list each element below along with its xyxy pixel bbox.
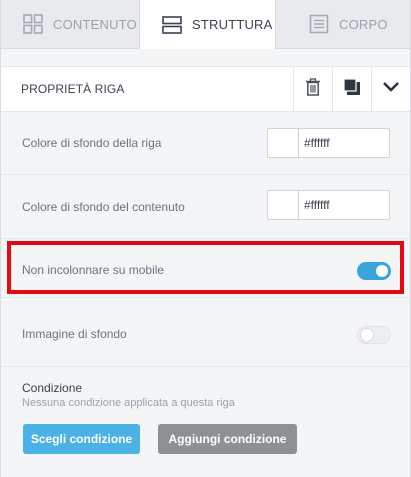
content-background-color-input[interactable]: #ffffff xyxy=(267,190,390,220)
color-hex-value[interactable]: #ffffff xyxy=(304,129,330,157)
delete-row-button[interactable] xyxy=(293,67,332,111)
choose-condition-button[interactable]: Scegli condizione xyxy=(23,424,140,454)
tab-label: CONTENUTO xyxy=(53,16,137,32)
row-background-color-field: Colore di sfondo della riga #ffffff xyxy=(1,111,410,175)
toggle-knob xyxy=(361,329,373,341)
tab-corpo[interactable]: CORPO xyxy=(277,0,410,48)
color-hex-value[interactable]: #ffffff xyxy=(304,191,330,219)
background-image-toggle[interactable] xyxy=(357,326,391,344)
section-title: PROPRIETÀ RIGA xyxy=(21,82,125,96)
field-label: Colore di sfondo del contenuto xyxy=(22,200,185,214)
tab-bar: CONTENUTO STRUTTURA CORPO xyxy=(1,0,410,49)
duplicate-icon xyxy=(343,77,361,101)
section-header: PROPRIETÀ RIGA xyxy=(1,66,410,112)
tab-struttura[interactable]: STRUTTURA xyxy=(139,0,276,49)
row-properties-panel: CONTENUTO STRUTTURA CORPO PROPRIETÀ RIGA… xyxy=(0,0,411,477)
duplicate-row-button[interactable] xyxy=(332,67,371,111)
document-icon xyxy=(309,14,329,34)
collapse-button[interactable] xyxy=(371,67,410,111)
highlight-box xyxy=(7,241,404,294)
color-swatch[interactable] xyxy=(268,191,299,219)
tab-contenuto[interactable]: CONTENUTO xyxy=(1,0,138,48)
add-condition-button[interactable]: Aggiungi condizione xyxy=(158,424,297,454)
content-background-color-field: Colore di sfondo del contenuto #ffffff xyxy=(1,175,410,239)
trash-icon xyxy=(305,77,321,101)
color-swatch[interactable] xyxy=(268,129,299,157)
row-background-color-input[interactable]: #ffffff xyxy=(267,128,390,158)
field-label: Colore di sfondo della riga xyxy=(22,136,162,150)
background-image-field: Immagine di sfondo xyxy=(1,298,410,367)
condition-title: Condizione xyxy=(22,381,83,395)
tab-label: STRUTTURA xyxy=(192,17,273,32)
field-label: Immagine di sfondo xyxy=(22,327,127,341)
chevron-down-icon xyxy=(382,80,400,98)
rows-icon xyxy=(162,15,182,35)
grid-icon xyxy=(23,14,43,34)
tab-label: CORPO xyxy=(339,16,388,32)
condition-subtitle: Nessuna condizione applicata a questa ri… xyxy=(22,397,235,409)
